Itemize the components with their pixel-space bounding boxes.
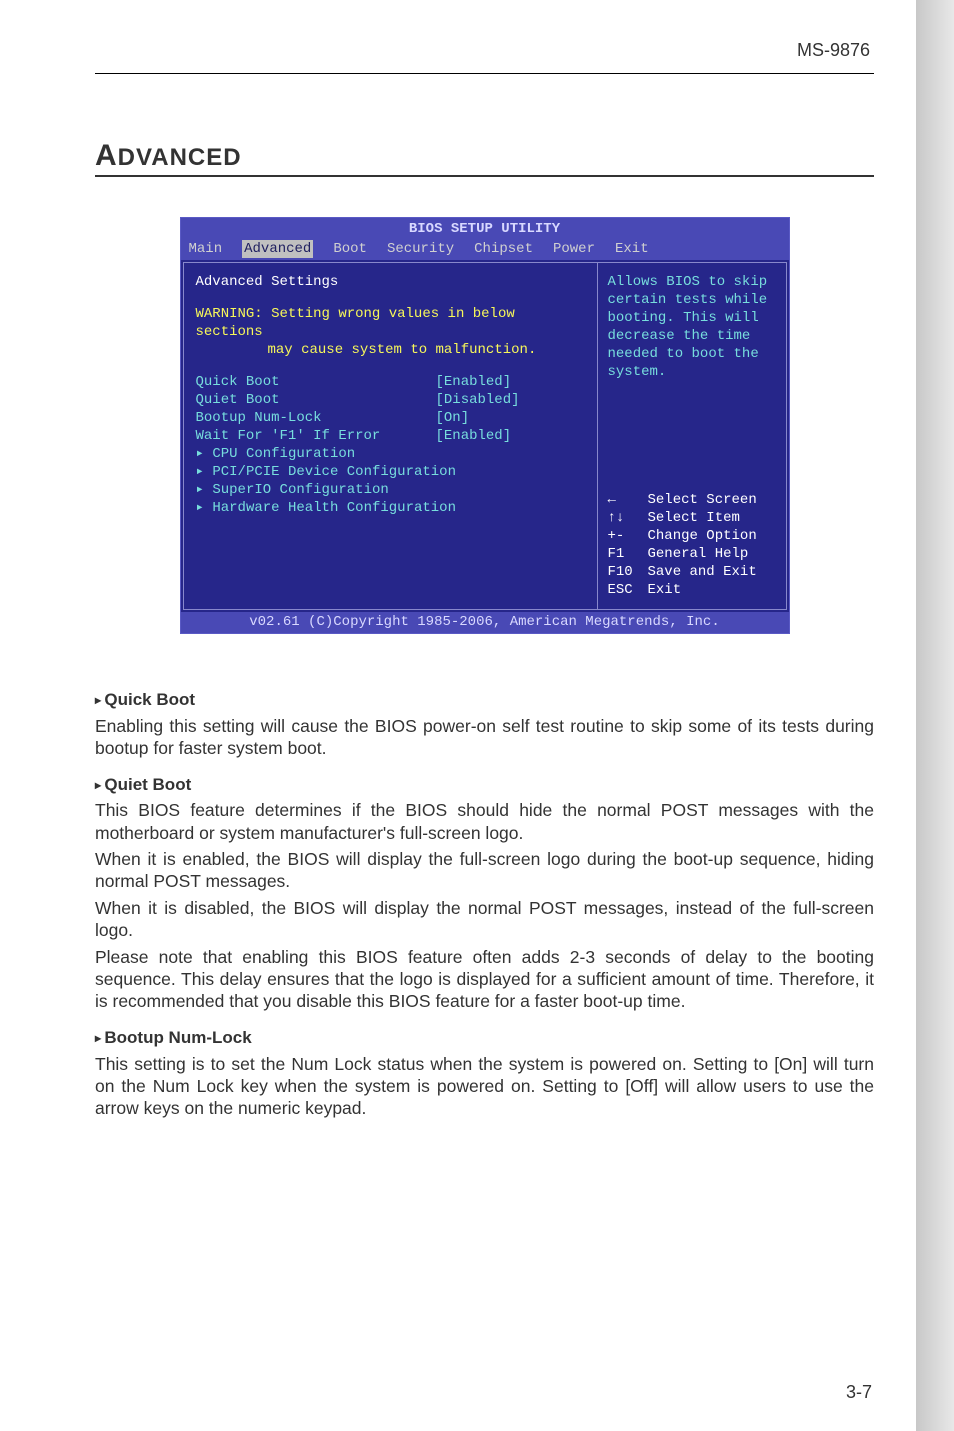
- item-title-quietboot: Quiet Boot: [95, 774, 874, 796]
- bios-row-value: [Enabled]: [436, 373, 512, 391]
- bios-key-desc: General Help: [648, 545, 749, 563]
- bios-menu-security[interactable]: Security: [387, 240, 454, 258]
- bios-sub-superio[interactable]: SuperIO Configuration: [196, 481, 585, 499]
- section-heading: ADVANCED: [95, 139, 874, 177]
- bios-screenshot: BIOS SETUP UTILITY Main Advanced Boot Se…: [180, 217, 790, 634]
- bios-row-value: [On]: [436, 409, 470, 427]
- header-rule: [95, 73, 874, 74]
- item-para: This setting is to set the Num Lock stat…: [95, 1053, 874, 1120]
- bios-menu-advanced[interactable]: Advanced: [242, 240, 313, 258]
- bios-key-saveexit: F10Save and Exit: [608, 563, 776, 581]
- bios-menu-chipset[interactable]: Chipset: [474, 240, 533, 258]
- bios-key-selectscreen: ←Select Screen: [608, 491, 776, 509]
- bios-key: F1: [608, 545, 648, 563]
- item-para: Please note that enabling this BIOS feat…: [95, 946, 874, 1013]
- bios-row-quietboot[interactable]: Quiet Boot[Disabled]: [196, 391, 585, 409]
- bios-key-selectitem: ↑↓Select Item: [608, 509, 776, 527]
- bios-row-label: Quick Boot: [196, 373, 436, 391]
- bios-title: BIOS SETUP UTILITY: [181, 218, 789, 240]
- item-para: When it is enabled, the BIOS will displa…: [95, 848, 874, 893]
- bios-key: F10: [608, 563, 648, 581]
- bios-key-help: F1General Help: [608, 545, 776, 563]
- bios-row-waitf1[interactable]: Wait For 'F1' If Error[Enabled]: [196, 427, 585, 445]
- bios-key-desc: Select Item: [648, 509, 740, 527]
- bios-menu-exit[interactable]: Exit: [615, 240, 649, 258]
- bios-key-changeoption: +-Change Option: [608, 527, 776, 545]
- bios-row-label: Wait For 'F1' If Error: [196, 427, 436, 445]
- bios-sub-pcipcie[interactable]: PCI/PCIE Device Configuration: [196, 463, 585, 481]
- section-heading-cap: A: [95, 139, 118, 172]
- bios-body: Advanced Settings WARNING: Setting wrong…: [181, 260, 789, 612]
- bios-settings-heading: Advanced Settings: [196, 273, 585, 291]
- bios-right-pane: Allows BIOS to skip certain tests while …: [597, 262, 787, 610]
- bios-menu-boot[interactable]: Boot: [333, 240, 367, 258]
- bios-menu-power[interactable]: Power: [553, 240, 595, 258]
- bios-help-text: Allows BIOS to skip certain tests while …: [608, 273, 776, 381]
- item-title-numlock: Bootup Num-Lock: [95, 1027, 874, 1049]
- section-heading-rest: DVANCED: [118, 144, 242, 171]
- bios-key-desc: Save and Exit: [648, 563, 757, 581]
- page-edge-shading: [916, 0, 954, 1431]
- bios-left-pane: Advanced Settings WARNING: Setting wrong…: [183, 262, 597, 610]
- bios-key-desc: Exit: [648, 581, 682, 599]
- item-para: When it is disabled, the BIOS will displ…: [95, 897, 874, 942]
- bios-key: ←: [608, 491, 648, 509]
- doc-content: Quick Boot Enabling this setting will ca…: [95, 689, 874, 1120]
- bios-menu-main[interactable]: Main: [189, 240, 223, 258]
- bios-footer: v02.61 (C)Copyright 1985-2006, American …: [181, 612, 789, 633]
- bios-row-value: [Enabled]: [436, 427, 512, 445]
- bios-warning-l1: WARNING: Setting wrong values in below s…: [196, 305, 585, 341]
- bios-row-label: Bootup Num-Lock: [196, 409, 436, 427]
- item-title-quickboot: Quick Boot: [95, 689, 874, 711]
- item-para: Enabling this setting will cause the BIO…: [95, 715, 874, 760]
- bios-key-exit: ESCExit: [608, 581, 776, 599]
- bios-key-desc: Select Screen: [648, 491, 757, 509]
- bios-row-numlock[interactable]: Bootup Num-Lock[On]: [196, 409, 585, 427]
- bios-sub-cpu[interactable]: CPU Configuration: [196, 445, 585, 463]
- item-para: This BIOS feature determines if the BIOS…: [95, 799, 874, 844]
- bios-menu-bar: Main Advanced Boot Security Chipset Powe…: [181, 240, 789, 260]
- bios-key: ESC: [608, 581, 648, 599]
- page-number: 3-7: [846, 1382, 872, 1403]
- bios-warning-l2: may cause system to malfunction.: [196, 341, 585, 359]
- bios-sub-hwhealth[interactable]: Hardware Health Configuration: [196, 499, 585, 517]
- bios-key-desc: Change Option: [648, 527, 757, 545]
- doc-id: MS-9876: [95, 40, 874, 67]
- bios-row-label: Quiet Boot: [196, 391, 436, 409]
- bios-row-value: [Disabled]: [436, 391, 520, 409]
- bios-key: +-: [608, 527, 648, 545]
- bios-row-quickboot[interactable]: Quick Boot[Enabled]: [196, 373, 585, 391]
- bios-key: ↑↓: [608, 509, 648, 527]
